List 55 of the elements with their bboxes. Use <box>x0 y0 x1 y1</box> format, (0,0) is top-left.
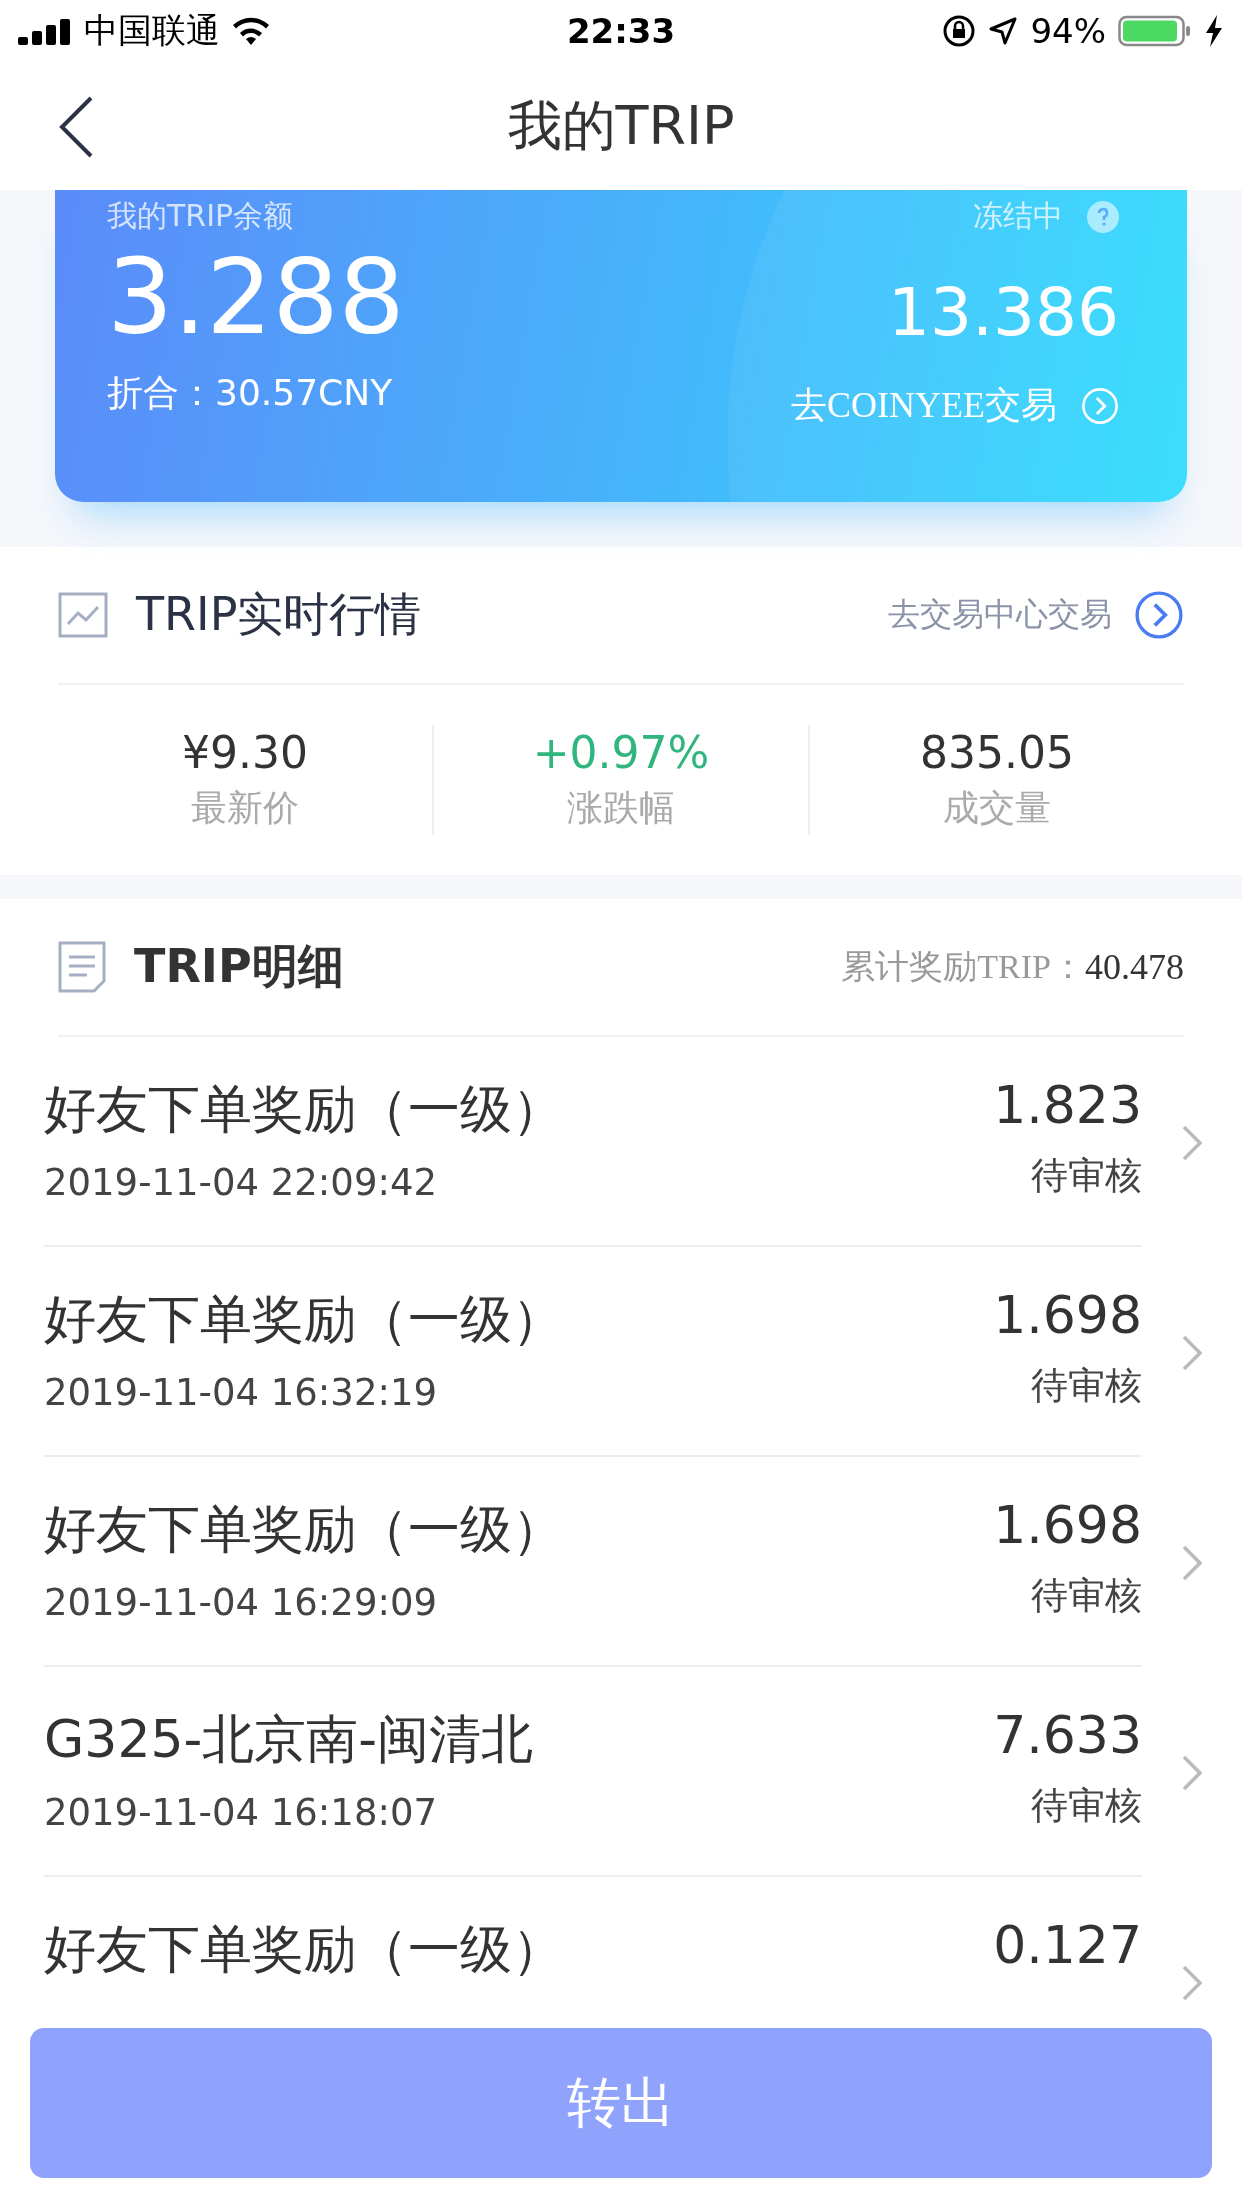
back-icon[interactable] <box>58 96 94 158</box>
transaction-amount: 0.127 <box>993 1915 1142 1975</box>
chevron-right-icon <box>1180 1543 1202 1583</box>
chart-icon <box>58 592 108 638</box>
page-title: 我的TRIP <box>507 92 735 159</box>
stat-label: 成交量 <box>943 786 1051 830</box>
total-reward-value: 40.478 <box>1085 946 1184 988</box>
transaction-amount: 7.633 <box>993 1705 1142 1765</box>
charging-bolt-icon <box>1204 14 1224 48</box>
transaction-time: 2019-11-04 16:32:19 <box>44 1371 438 1414</box>
transfer-out-button[interactable]: 转出 <box>30 2028 1212 2178</box>
trade-center-link[interactable]: 去交易中心交易 <box>888 590 1184 640</box>
transaction-time: 2019-11-04 16:18:07 <box>44 1791 438 1834</box>
chevron-right-icon <box>1180 1333 1202 1373</box>
transaction-title: 好友下单奖励（一级） <box>44 1288 565 1351</box>
location-arrow-icon <box>988 16 1019 46</box>
section-title: TRIP明细 <box>134 938 345 995</box>
stat-value: ¥9.30 <box>182 727 308 778</box>
frozen-label: 冻结中 <box>973 197 1063 235</box>
transaction-status: 待审核 <box>1031 1363 1142 1409</box>
wifi-icon <box>230 15 272 47</box>
document-icon <box>58 941 106 993</box>
rotation-lock-icon <box>942 14 977 48</box>
section-title: TRIP实时行情 <box>136 586 423 643</box>
chevron-circle-icon <box>1081 386 1119 425</box>
chevron-right-icon <box>1180 1123 1202 1163</box>
carrier-name: 中国联通 <box>84 9 220 52</box>
transaction-status: 待审核 <box>1031 1783 1142 1829</box>
balance-amount: 3.288 <box>107 237 405 357</box>
total-reward-label: 累计奖励TRIP： <box>841 947 1085 987</box>
transaction-amount: 1.698 <box>993 1495 1142 1555</box>
transaction-title: 好友下单奖励（一级） <box>44 1498 565 1561</box>
chevron-right-icon <box>1180 1963 1202 2003</box>
chevron-circle-icon <box>1134 590 1184 640</box>
transaction-amount: 1.823 <box>993 1075 1142 1135</box>
stat-label: 涨跌幅 <box>567 786 675 830</box>
stat-value: +0.97% <box>532 727 710 778</box>
converted-value: 折合：30.57CNY <box>107 371 394 415</box>
frozen-amount: 13.386 <box>888 273 1119 353</box>
battery-percent: 94% <box>1030 11 1106 51</box>
battery-icon <box>1118 14 1192 48</box>
transaction-title: G325-北京南-闽清北 <box>44 1708 535 1771</box>
trade-link[interactable]: 去COINYEE交易 <box>791 381 1119 430</box>
transaction-status: 待审核 <box>1031 1153 1142 1199</box>
transaction-time: 2019-11-04 22:09:42 <box>44 1161 438 1204</box>
transaction-amount: 1.698 <box>993 1285 1142 1345</box>
transaction-status: 待审核 <box>1031 1573 1142 1619</box>
stat-label: 最新价 <box>191 786 299 830</box>
status-time: 22:33 <box>566 11 676 51</box>
transaction-title: 好友下单奖励（一级） <box>44 1918 565 1981</box>
balance-label: 我的TRIP余额 <box>107 197 295 235</box>
stat-value: 835.05 <box>920 727 1074 778</box>
transaction-time: 2019-11-04 16:29:09 <box>44 1581 438 1624</box>
chevron-right-icon <box>1180 1753 1202 1793</box>
transaction-title: 好友下单奖励（一级） <box>44 1078 565 1141</box>
